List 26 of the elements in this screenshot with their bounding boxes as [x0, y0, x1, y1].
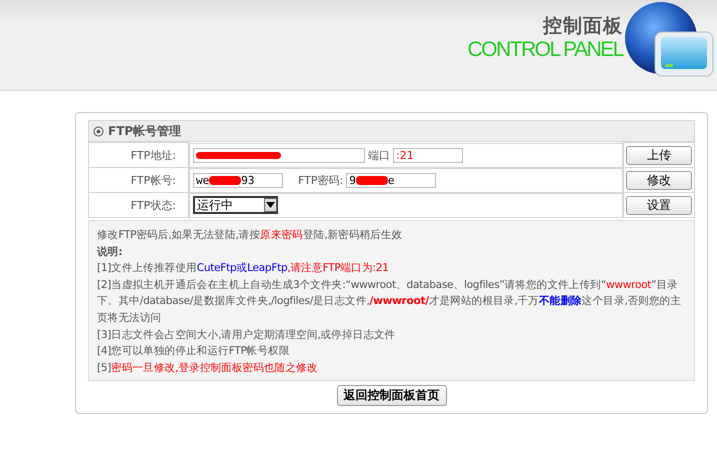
radio-dot-icon	[93, 126, 104, 136]
port-field[interactable]: :21	[393, 148, 463, 162]
port-label: 端口	[368, 148, 390, 162]
action-button[interactable]: 设置	[626, 196, 692, 214]
status-select[interactable]: 运行中	[193, 196, 278, 214]
field-label: FTP状态:	[130, 198, 176, 212]
action-button[interactable]: 上传	[626, 146, 692, 164]
account-field[interactable]: we 93	[193, 172, 283, 188]
note-text: [4]您可以单独的停止和运行FTP帐号权限	[97, 344, 290, 360]
note-text: 修改FTP密码后,如果无法登陆,请按原来密码登陆,新密码稍后生效	[97, 228, 404, 243]
section-title: FTP帐号管理	[108, 122, 182, 140]
password-field[interactable]: 9 e	[346, 172, 436, 188]
field-label: FTP地址:	[130, 148, 176, 162]
note-text: [3]日志文件会占空间大小,请用户定期清理空间,或停掉日志文件	[97, 328, 396, 343]
action-button[interactable]: 修改	[626, 170, 692, 190]
password-label: FTP密码:	[298, 172, 344, 188]
back-button[interactable]: 返回控制面板首页	[336, 385, 446, 406]
note-text: [5]密码一旦修改,登录控制面板密码也随之修改	[97, 360, 318, 376]
title-english: CONTROL PANEL	[467, 38, 623, 62]
note-text: [1]文件上传推荐使用CuteFtp或LeapFtp,请注意FTP端口为:21	[97, 261, 390, 276]
address-field[interactable]	[193, 148, 365, 162]
note-text: [2]当虚拟主机开通后会在主机上自动生成3个文件夹:“wwwroot、database、logfiles”请将您的文件上传到“wwwroot”目录下。其中/database/是数据库文件夹,/logfiles/是日志文件,/wwwroot/才是网站的根目录,千万不能删除这个目录,否则您的主页将无法访问	[97, 278, 682, 326]
note-text: 说明:	[97, 244, 124, 260]
title-chinese: 控制面板	[543, 14, 623, 38]
select-value: 运行中	[196, 196, 233, 214]
field-label: FTP帐号:	[130, 174, 176, 186]
